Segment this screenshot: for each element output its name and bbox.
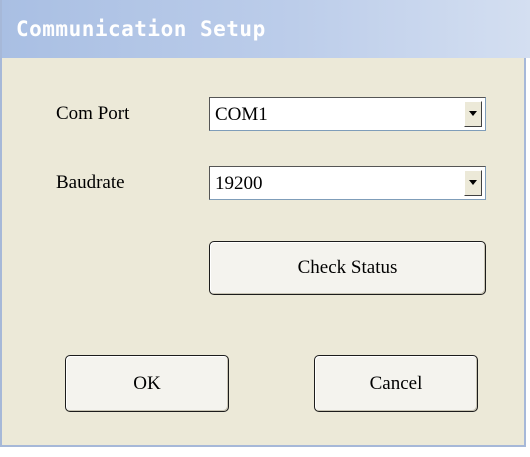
background-strip xyxy=(0,447,530,457)
ok-button[interactable]: OK xyxy=(65,355,229,412)
ok-label: OK xyxy=(133,372,161,394)
baudrate-dropdown-button[interactable] xyxy=(464,170,482,196)
communication-setup-dialog: Communication Setup Com Port COM1 Baudra… xyxy=(0,0,530,447)
baudrate-label: Baudrate xyxy=(56,172,125,193)
check-status-label: Check Status xyxy=(297,257,398,278)
com-port-dropdown-button[interactable] xyxy=(464,101,482,127)
com-port-value: COM1 xyxy=(215,104,268,125)
com-port-label: Com Port xyxy=(56,103,130,124)
title-bar[interactable]: Communication Setup xyxy=(2,0,530,58)
window-title: Communication Setup xyxy=(16,17,266,41)
cancel-button[interactable]: Cancel xyxy=(314,355,478,412)
check-status-button[interactable]: Check Status xyxy=(209,241,486,295)
com-port-select[interactable]: COM1 xyxy=(209,97,486,131)
cancel-label: Cancel xyxy=(369,372,423,394)
baudrate-select[interactable]: 19200 xyxy=(209,166,486,200)
baudrate-value: 19200 xyxy=(215,173,263,194)
